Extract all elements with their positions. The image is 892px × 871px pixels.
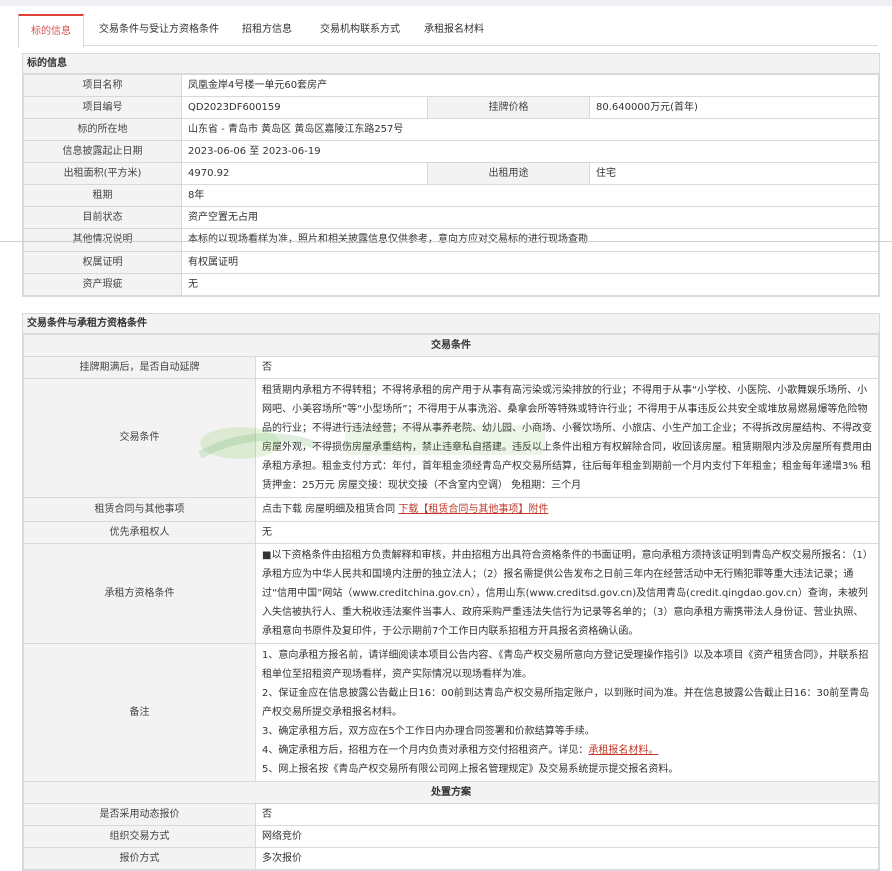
table-row: 项目名称 凤凰金岸4号楼一单元60套房产 bbox=[23, 74, 879, 97]
trade-conditions-section: 交易条件与承租方资格条件 交易条件 挂牌期满后，是否自动延牌 否 交易条件 租赁… bbox=[22, 313, 880, 871]
table-row: 报价方式 多次报价 bbox=[23, 847, 879, 870]
note-item: 2、保证金应在信息披露公告截止日16：00前到达青岛产权交易所指定账户，以到账时… bbox=[262, 688, 870, 718]
rental-use: 住宅 bbox=[589, 162, 879, 185]
tab-agency-contact[interactable]: 交易机构联系方式 bbox=[320, 14, 400, 44]
table-row: 备注 1、意向承租方报名前，请详细阅读本项目公告内容、《青岛产权交易所意向方登记… bbox=[23, 643, 879, 782]
dynamic-quote: 否 bbox=[255, 803, 879, 826]
field-label: 权属证明 bbox=[23, 251, 182, 274]
table-row: 目前状态 资产空置无占用 bbox=[23, 206, 879, 229]
top-strip bbox=[0, 0, 892, 6]
disclosure-period: 2023-06-06 至 2023-06-19 bbox=[181, 140, 879, 163]
contract-text: 点击下载 房屋明细及租赁合同 bbox=[262, 503, 396, 515]
current-status: 资产空置无占用 bbox=[181, 206, 879, 229]
table-row: 是否采用动态报价 否 bbox=[23, 803, 879, 826]
table-row: 资产瑕疵 无 bbox=[23, 273, 879, 296]
ownership-proof: 有权属证明 bbox=[181, 251, 879, 274]
notes-cell: 1、意向承租方报名前，请详细阅读本项目公告内容、《青岛产权交易所意向方登记受理操… bbox=[255, 643, 879, 782]
field-label: 资产瑕疵 bbox=[23, 273, 182, 296]
table-row: 出租面积(平方米) 4970.92 出租用途 住宅 bbox=[23, 162, 879, 185]
subsection-title: 交易条件 bbox=[23, 334, 879, 357]
trade-conditions-table: 交易条件 挂牌期满后，是否自动延牌 否 交易条件 租赁期内承租方不得转租；不得将… bbox=[23, 334, 879, 870]
field-label: 项目名称 bbox=[23, 74, 182, 97]
qualification-text: ■以下资格条件由招租方负责解释和审核，并由招租方出具符合资格条件的书面证明，意向… bbox=[255, 543, 879, 644]
application-materials-link[interactable]: 承租报名材料。 bbox=[588, 745, 658, 756]
table-row: 项目编号 QD2023DF600159 挂牌价格 80.640000万元(首年) bbox=[23, 96, 879, 119]
field-label: 备注 bbox=[23, 643, 256, 782]
priority-lessee: 无 bbox=[255, 521, 879, 544]
contract-cell: 点击下载 房屋明细及租赁合同 下载【租赁合同与其他事项】附件 bbox=[255, 497, 879, 522]
field-label: 组织交易方式 bbox=[23, 825, 256, 848]
note-item: 5、网上报名按《青岛产权交易所有限公司网上报名管理规定》及交易系统提示提交报名资… bbox=[262, 764, 679, 775]
table-row: 租期 8年 bbox=[23, 184, 879, 207]
section-header: 交易条件与承租方资格条件 bbox=[23, 314, 879, 334]
project-name: 凤凰金岸4号楼一单元60套房产 bbox=[181, 74, 879, 97]
field-label: 挂牌价格 bbox=[427, 96, 590, 119]
location: 山东省 - 青岛市 黄岛区 黄岛区嘉陵江东路257号 bbox=[181, 118, 879, 141]
asset-defect: 无 bbox=[181, 273, 879, 296]
field-label: 挂牌期满后，是否自动延牌 bbox=[23, 356, 256, 379]
subsection-title: 处置方案 bbox=[23, 781, 879, 804]
table-row: 优先承租权人 无 bbox=[23, 521, 879, 544]
note-item: 1、意向承租方报名前，请详细阅读本项目公告内容、《青岛产权交易所意向方登记受理操… bbox=[262, 650, 869, 680]
section-header: 标的信息 bbox=[23, 54, 879, 74]
tab-subject-info[interactable]: 标的信息 bbox=[18, 14, 84, 48]
field-label: 标的所在地 bbox=[23, 118, 182, 141]
tab-application-materials[interactable]: 承租报名材料 bbox=[424, 14, 484, 44]
table-row: 交易条件 bbox=[23, 334, 879, 357]
table-row: 标的所在地 山东省 - 青岛市 黄岛区 黄岛区嘉陵江东路257号 bbox=[23, 118, 879, 141]
lease-term: 8年 bbox=[181, 184, 879, 207]
rental-area: 4970.92 bbox=[181, 162, 428, 185]
note-text: 4、确定承租方后，招租方在一个月内负责对承租方交付招租资产。详见： bbox=[262, 745, 589, 756]
field-label: 是否采用动态报价 bbox=[23, 803, 256, 826]
field-label: 租期 bbox=[23, 184, 182, 207]
tab-lessor-info[interactable]: 招租方信息 bbox=[242, 14, 292, 44]
project-code: QD2023DF600159 bbox=[181, 96, 428, 119]
table-row: 处置方案 bbox=[23, 781, 879, 804]
table-row: 挂牌期满后，是否自动延牌 否 bbox=[23, 356, 879, 379]
quote-method: 多次报价 bbox=[255, 847, 879, 870]
field-label: 其他情况说明 bbox=[23, 228, 182, 252]
trade-method: 网络竞价 bbox=[255, 825, 879, 848]
auto-extend: 否 bbox=[255, 356, 879, 379]
field-label: 出租面积(平方米) bbox=[23, 162, 182, 185]
tab-trade-conditions[interactable]: 交易条件与受让方资格条件 bbox=[99, 14, 219, 44]
table-row: 权属证明 有权属证明 bbox=[23, 251, 879, 274]
table-row: 其他情况说明 本标的以现场看样为准，照片和相关披露信息仅供参考，意向方应对交易标… bbox=[23, 228, 879, 252]
table-row: 交易条件 租赁期内承租方不得转租；不得将承租的房产用于从事有高污染或污染排放的行… bbox=[23, 378, 879, 498]
field-label: 出租用途 bbox=[427, 162, 590, 185]
field-label: 报价方式 bbox=[23, 847, 256, 870]
table-row: 组织交易方式 网络竞价 bbox=[23, 825, 879, 848]
field-label: 优先承租权人 bbox=[23, 521, 256, 544]
subject-info-section: 标的信息 项目名称 凤凰金岸4号楼一单元60套房产 项目编号 QD2023DF6… bbox=[22, 53, 880, 297]
table-row: 租赁合同与其他事项 点击下载 房屋明细及租赁合同 下载【租赁合同与其他事项】附件 bbox=[23, 497, 879, 522]
download-contract-link[interactable]: 下载【租赁合同与其他事项】附件 bbox=[398, 504, 548, 515]
field-label: 交易条件 bbox=[23, 378, 256, 498]
field-label: 承租方资格条件 bbox=[23, 543, 256, 644]
note-item: 4、确定承租方后，招租方在一个月内负责对承租方交付招租资产。详见：承租报名材料。 bbox=[262, 741, 872, 760]
table-row: 承租方资格条件 ■以下资格条件由招租方负责解释和审核，并由招租方出具符合资格条件… bbox=[23, 543, 879, 644]
field-label: 租赁合同与其他事项 bbox=[23, 497, 256, 522]
tab-bar: 标的信息 交易条件与受让方资格条件 招租方信息 交易机构联系方式 承租报名材料 bbox=[18, 14, 878, 48]
field-label: 目前状态 bbox=[23, 206, 182, 229]
note-item: 3、确定承租方后，双方应在5个工作日内办理合同签署和价款结算等手续。 bbox=[262, 726, 595, 737]
other-notes: 本标的以现场看样为准，照片和相关披露信息仅供参考，意向方应对交易标的进行现场查勘 bbox=[181, 228, 879, 252]
subject-info-table: 项目名称 凤凰金岸4号楼一单元60套房产 项目编号 QD2023DF600159… bbox=[23, 74, 879, 296]
field-label: 项目编号 bbox=[23, 96, 182, 119]
trade-conditions-text: 租赁期内承租方不得转租；不得将承租的房产用于从事有高污染或污染排放的行业；不得用… bbox=[255, 378, 879, 498]
divider bbox=[0, 241, 892, 242]
table-row: 信息披露起止日期 2023-06-06 至 2023-06-19 bbox=[23, 140, 879, 163]
listing-price: 80.640000万元(首年) bbox=[589, 96, 879, 119]
field-label: 信息披露起止日期 bbox=[23, 140, 182, 163]
